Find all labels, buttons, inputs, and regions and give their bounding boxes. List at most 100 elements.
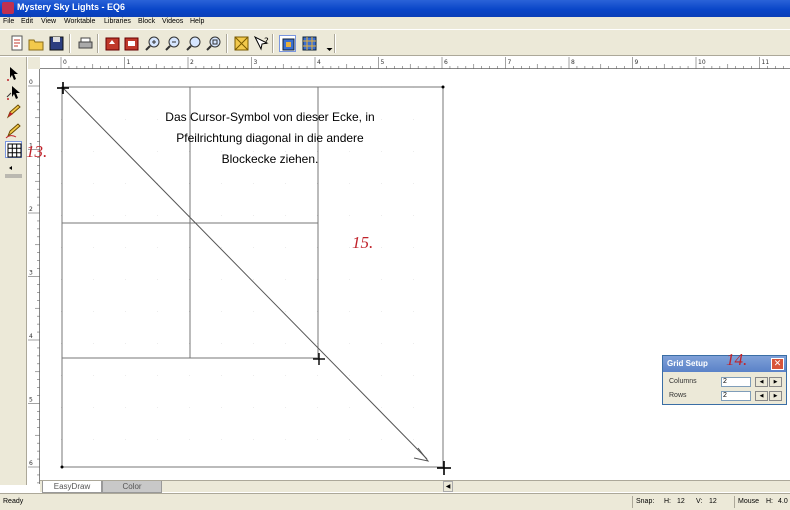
columns-label: Columns xyxy=(669,378,697,385)
annotation-step-14: 14. xyxy=(726,350,748,369)
status-h-value: 12 xyxy=(677,498,685,505)
menu-file[interactable]: File xyxy=(3,18,14,25)
window-title: Mystery Sky Lights - EQ6 xyxy=(17,2,126,12)
zoom-in-icon[interactable] xyxy=(145,35,162,52)
palette-scroll-left-icon[interactable] xyxy=(5,165,22,171)
svg-text:?: ? xyxy=(264,37,269,47)
toolbar-separator xyxy=(334,34,336,53)
open-folder-button[interactable] xyxy=(28,35,45,52)
corner-node xyxy=(60,465,64,469)
status-snap-label: Snap: xyxy=(636,498,655,505)
ruler-top-label: 1 xyxy=(127,59,131,66)
menu-videos[interactable]: Videos xyxy=(162,18,183,25)
tab-color[interactable]: Color xyxy=(102,481,162,493)
ruler-left-label: 3 xyxy=(29,270,33,277)
tool-palette xyxy=(0,57,27,485)
ruler-top-label: 11 xyxy=(762,59,770,66)
annotation-step-13: 13. xyxy=(26,142,48,161)
zoom-out-icon[interactable] xyxy=(165,35,182,52)
status-v-label: V: xyxy=(696,498,703,505)
corner-node xyxy=(441,85,445,89)
status-bar: Ready Snap: H: 12 V: 12 Mouse H: 4.0 xyxy=(0,493,790,510)
instruction-line-3: Blockecke ziehen. xyxy=(221,152,319,166)
ruler-top-label: 8 xyxy=(571,59,575,66)
rows-row: Rows 2 ◀ ▶ xyxy=(669,391,784,402)
ruler-top-label: 0 xyxy=(63,59,67,66)
toolbar: ? xyxy=(0,29,790,56)
rows-decrease-button[interactable]: ◀ xyxy=(755,391,768,401)
instruction-line-2: Pfeilrichtung diagonal in die andere xyxy=(176,131,364,145)
print-button[interactable] xyxy=(77,35,94,52)
close-icon[interactable]: ✕ xyxy=(771,358,784,370)
instruction-text: Das Cursor-Symbol von dieser Ecke, in Pf… xyxy=(130,107,410,170)
menu-bar: File Edit View Worktable Libraries Block… xyxy=(0,17,790,29)
columns-row: Columns 2 ◀ ▶ xyxy=(669,377,784,388)
ruler-left-scale: 0123456 xyxy=(28,79,40,484)
ruler-left-label: 5 xyxy=(29,397,33,404)
status-h-label: H: xyxy=(664,498,671,505)
menu-help[interactable]: Help xyxy=(190,18,204,25)
menu-edit[interactable]: Edit xyxy=(21,18,33,25)
annotation-step-15: 15. xyxy=(352,233,374,252)
ruler-top: 0 1 2 3 4 5 6 7 8 9 10 11 xyxy=(40,57,790,69)
grid-setup-dialog[interactable]: Grid Setup ✕ Columns 2 ◀ ▶ Rows 2 ◀ ▶ xyxy=(662,355,787,405)
menu-block[interactable]: Block xyxy=(138,18,155,25)
ruler-left-label: 0 xyxy=(29,79,33,86)
view-sketchbook-button[interactable] xyxy=(123,35,140,52)
shape-tool-icon[interactable] xyxy=(5,84,22,101)
columns-decrease-button[interactable]: ◀ xyxy=(755,377,768,387)
block-worktable-icon[interactable] xyxy=(233,35,250,52)
ruler-top-label: 3 xyxy=(254,59,258,66)
status-divider xyxy=(632,496,633,508)
status-mouse-h-label: H: xyxy=(766,498,773,505)
line-tool-pencil-icon[interactable] xyxy=(5,103,22,120)
menu-view[interactable]: View xyxy=(41,18,56,25)
grid-view-icon[interactable] xyxy=(301,35,318,52)
ruler-top-scale: 0 1 2 3 4 5 6 7 8 9 10 11 xyxy=(60,57,784,69)
rows-field[interactable]: 2 xyxy=(721,391,751,401)
rows-label: Rows xyxy=(669,392,687,399)
app-icon xyxy=(2,2,14,14)
toolbar-dropdown-icon[interactable] xyxy=(321,35,333,52)
title-bar[interactable]: Mystery Sky Lights - EQ6 xyxy=(0,0,790,17)
ruler-left-label: 6 xyxy=(29,460,33,467)
ruler-corner xyxy=(28,57,40,69)
ruler-left-label: 2 xyxy=(29,206,33,213)
ruler-top-label: 6 xyxy=(444,59,448,66)
menu-libraries[interactable]: Libraries xyxy=(104,18,131,25)
save-button[interactable] xyxy=(48,35,65,52)
ruler-top-label: 4 xyxy=(317,59,321,66)
ruler-top-label: 10 xyxy=(698,59,706,66)
scroll-left-arrow-icon[interactable]: ◀ xyxy=(443,481,453,492)
add-to-sketchbook-button[interactable] xyxy=(104,35,121,52)
columns-increase-button[interactable]: ▶ xyxy=(769,377,782,387)
fit-to-worktable-icon[interactable] xyxy=(206,35,223,52)
menu-worktable[interactable]: Worktable xyxy=(64,18,95,25)
new-project-button[interactable] xyxy=(9,35,26,52)
ruler-left: 0123456 xyxy=(28,69,40,484)
toolbar-separator xyxy=(97,34,99,53)
whats-this-help-icon[interactable]: ? xyxy=(253,35,270,52)
instruction-line-1: Das Cursor-Symbol von dieser Ecke, in xyxy=(165,110,375,124)
arc-tool-pencil-icon[interactable] xyxy=(5,122,22,139)
rows-increase-button[interactable]: ▶ xyxy=(769,391,782,401)
status-divider xyxy=(734,496,735,508)
show-layer-icon[interactable] xyxy=(279,35,296,52)
toolbar-separator xyxy=(226,34,228,53)
grid-tool-icon[interactable] xyxy=(5,141,22,158)
worktable-tabs: EasyDraw Color ◀ xyxy=(40,480,790,493)
status-v-value: 12 xyxy=(709,498,717,505)
pick-tool-icon[interactable] xyxy=(5,65,22,82)
tab-easydraw[interactable]: EasyDraw xyxy=(42,481,102,493)
columns-field[interactable]: 2 xyxy=(721,377,751,387)
ruler-top-label: 7 xyxy=(508,59,512,66)
palette-grip[interactable] xyxy=(5,174,22,179)
status-ready: Ready xyxy=(3,498,24,505)
toolbar-separator xyxy=(272,34,274,53)
zoom-refresh-icon[interactable] xyxy=(186,35,203,52)
ruler-top-label: 9 xyxy=(635,59,639,66)
status-mouse-h-value: 4.0 xyxy=(778,498,788,505)
grid-setup-title[interactable]: Grid Setup xyxy=(663,356,786,372)
ruler-left-label: 4 xyxy=(29,333,33,340)
ruler-top-label: 5 xyxy=(381,59,385,66)
